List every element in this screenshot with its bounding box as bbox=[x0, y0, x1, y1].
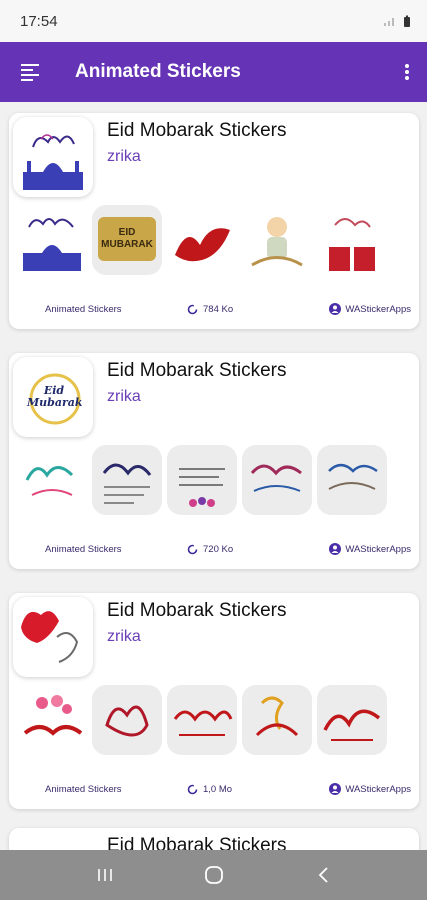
sticker-preview[interactable] bbox=[167, 445, 237, 515]
pack-publisher: WAStickerApps bbox=[329, 303, 411, 315]
pack-size: 1,0 Mo bbox=[187, 784, 232, 795]
pack-footer: Animated Stickers 720 Ko WAStickerApps bbox=[9, 529, 419, 569]
account-icon bbox=[329, 543, 342, 555]
sticker-preview[interactable]: EID MUBARAK bbox=[92, 205, 162, 275]
account-icon bbox=[329, 303, 342, 315]
sticker-preview[interactable] bbox=[167, 205, 237, 275]
pack-icon bbox=[13, 117, 93, 197]
status-icons bbox=[383, 15, 411, 28]
sticker-preview-row: EID MUBARAK bbox=[17, 205, 387, 275]
menu-icon[interactable] bbox=[0, 42, 60, 102]
sticker-preview[interactable] bbox=[242, 205, 312, 275]
pack-card[interactable]: Eid Mobarak Stickers zrika EID MUBARAK A… bbox=[9, 113, 419, 329]
pack-footer: Animated Stickers 784 Ko WAStickerApps bbox=[9, 289, 419, 329]
pack-author: zrika bbox=[107, 148, 141, 165]
pack-author: zrika bbox=[107, 628, 141, 645]
signal-icon bbox=[384, 18, 394, 26]
pack-category: Animated Stickers bbox=[45, 303, 122, 315]
sticker-preview[interactable] bbox=[242, 445, 312, 515]
pack-footer: Animated Stickers 1,0 Mo WAStickerApps bbox=[9, 769, 419, 809]
pack-list: Eid Mobarak Stickers zrika EID MUBARAK A… bbox=[0, 102, 427, 850]
pack-author: zrika bbox=[107, 388, 141, 405]
pack-publisher: WAStickerApps bbox=[329, 783, 411, 795]
pack-publisher-name: WAStickerApps bbox=[345, 783, 411, 795]
sticker-preview[interactable] bbox=[92, 685, 162, 755]
pack-card[interactable]: Eid Mubarak Eid Mobarak Stickers zrika A… bbox=[9, 353, 419, 569]
loading-circle-icon bbox=[187, 784, 198, 794]
sticker-preview[interactable] bbox=[92, 445, 162, 515]
sticker-preview[interactable] bbox=[17, 205, 87, 275]
system-nav-bar bbox=[0, 850, 427, 900]
sticker-preview[interactable] bbox=[317, 685, 387, 755]
home-icon[interactable] bbox=[194, 855, 234, 895]
sticker-preview[interactable] bbox=[317, 445, 387, 515]
battery-icon bbox=[404, 15, 410, 27]
pack-publisher-name: WAStickerApps bbox=[345, 543, 411, 555]
back-icon[interactable] bbox=[303, 855, 343, 895]
pack-icon: Eid Mubarak bbox=[13, 357, 93, 437]
pack-publisher-name: WAStickerApps bbox=[345, 303, 411, 315]
sticker-preview[interactable] bbox=[17, 685, 87, 755]
account-icon bbox=[329, 783, 342, 795]
pack-card[interactable]: Eid Mobarak Stickers zrika Animated Stic… bbox=[9, 593, 419, 809]
pack-icon bbox=[13, 597, 93, 677]
pack-publisher: WAStickerApps bbox=[329, 543, 411, 555]
more-vert-icon[interactable] bbox=[387, 42, 427, 102]
pack-title: Eid Mobarak Stickers bbox=[107, 600, 287, 621]
pack-title: Eid Mobarak Stickers bbox=[107, 360, 287, 381]
sticker-preview-row bbox=[17, 445, 387, 515]
eid-mubarak-sticker-art: EID MUBARAK bbox=[98, 217, 156, 261]
page-title: Animated Stickers bbox=[75, 61, 241, 82]
pack-category: Animated Stickers bbox=[45, 783, 122, 795]
pack-size: 784 Ko bbox=[187, 304, 233, 315]
pack-size-value: 720 Ko bbox=[203, 543, 234, 555]
loading-circle-icon bbox=[187, 544, 198, 554]
app-toolbar: Animated Stickers bbox=[0, 42, 427, 102]
status-bar: 17:54 bbox=[0, 0, 427, 42]
pack-size: 720 Ko bbox=[187, 544, 233, 555]
pack-size-value: 1,0 Mo bbox=[203, 783, 233, 795]
loading-circle-icon bbox=[187, 304, 198, 314]
sticker-preview[interactable] bbox=[17, 445, 87, 515]
sticker-preview-row bbox=[17, 685, 387, 755]
pack-category: Animated Stickers bbox=[45, 543, 122, 555]
pack-title: Eid Mobarak Stickers bbox=[107, 120, 287, 141]
sticker-preview[interactable] bbox=[317, 205, 387, 275]
pack-icon-text: Eid Mubarak bbox=[27, 384, 83, 410]
pack-title: Eid Mobarak Stickers bbox=[107, 835, 287, 850]
sticker-preview[interactable] bbox=[242, 685, 312, 755]
recents-icon[interactable] bbox=[85, 855, 125, 895]
status-time: 17:54 bbox=[20, 12, 58, 30]
pack-card[interactable]: Eid Mobarak Stickers bbox=[9, 828, 419, 850]
sticker-preview[interactable] bbox=[167, 685, 237, 755]
pack-size-value: 784 Ko bbox=[203, 303, 234, 315]
